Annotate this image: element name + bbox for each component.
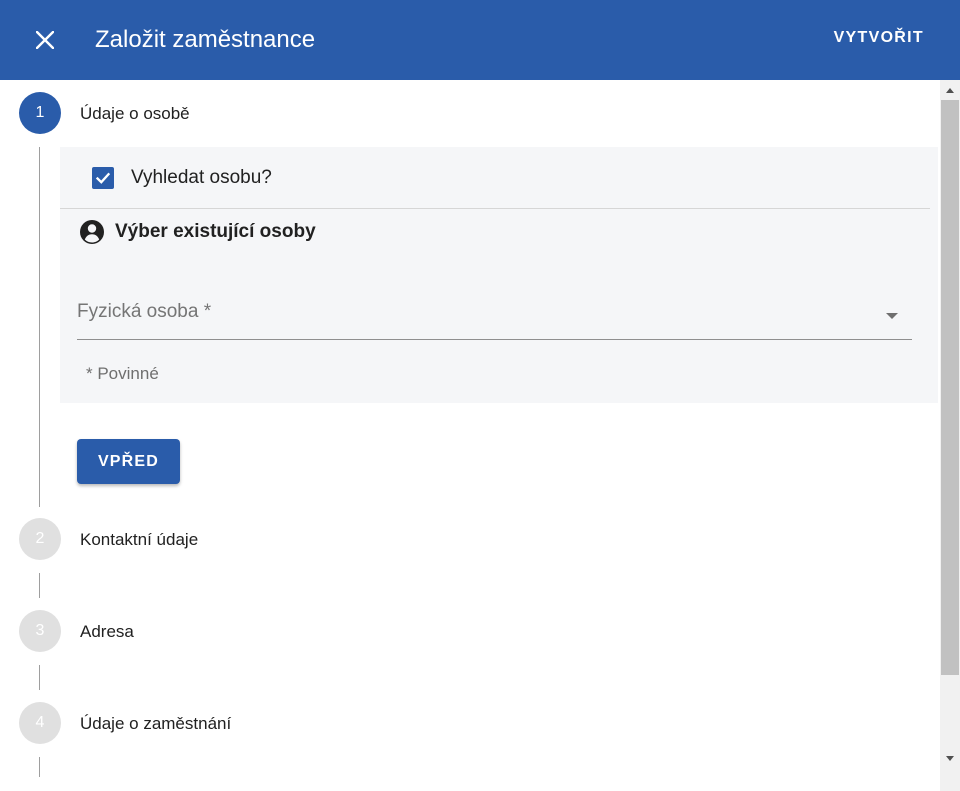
next-button[interactable]: VPŘED [77,439,180,484]
person-select-placeholder: Fyzická osoba * [77,301,212,322]
step-1-indicator[interactable]: 1 [19,92,61,134]
person-search-panel: Vyhledat osobu? Výber existující osoby F… [60,147,938,403]
step-3-label[interactable]: Adresa [80,622,134,642]
scroll-up-arrow-icon[interactable] [946,88,954,93]
scroll-down-arrow-icon[interactable] [946,756,954,761]
scrollbar-thumb[interactable] [941,100,959,675]
app-bar: Založit zaměstnance VYTVOŘIT [0,0,960,80]
page-title: Založit zaměstnance [95,26,316,53]
step-connector [39,665,40,690]
search-person-label: Vyhledat osobu? [131,167,272,188]
dropdown-arrow-icon [886,313,898,319]
person-select[interactable]: Fyzická osoba * [77,287,912,340]
checkbox-checked-icon [92,167,114,189]
step-3-indicator[interactable]: 3 [19,610,61,652]
vertical-scrollbar[interactable] [940,80,960,791]
stepper: 1 Údaje o osobě Vyhledat osobu? Výber ex… [0,80,940,791]
divider [60,208,930,209]
step-connector [39,573,40,598]
account-circle-icon [80,220,104,244]
step-4-indicator[interactable]: 4 [19,702,61,744]
close-icon [36,31,54,49]
existing-person-heading: Výber existující osoby [79,219,316,245]
step-connector [39,147,40,507]
create-button[interactable]: VYTVOŘIT [834,29,924,47]
step-4-label[interactable]: Údaje o zaměstnání [80,714,231,734]
section-title: Výber existující osoby [115,221,316,242]
step-connector [39,757,40,777]
search-person-checkbox[interactable]: Vyhledat osobu? [92,167,272,189]
step-2-indicator[interactable]: 2 [19,518,61,560]
step-2-label[interactable]: Kontaktní údaje [80,530,198,550]
step-1-label[interactable]: Údaje o osobě [80,104,190,124]
close-button[interactable] [29,24,61,56]
required-note: * Povinné [86,364,159,383]
